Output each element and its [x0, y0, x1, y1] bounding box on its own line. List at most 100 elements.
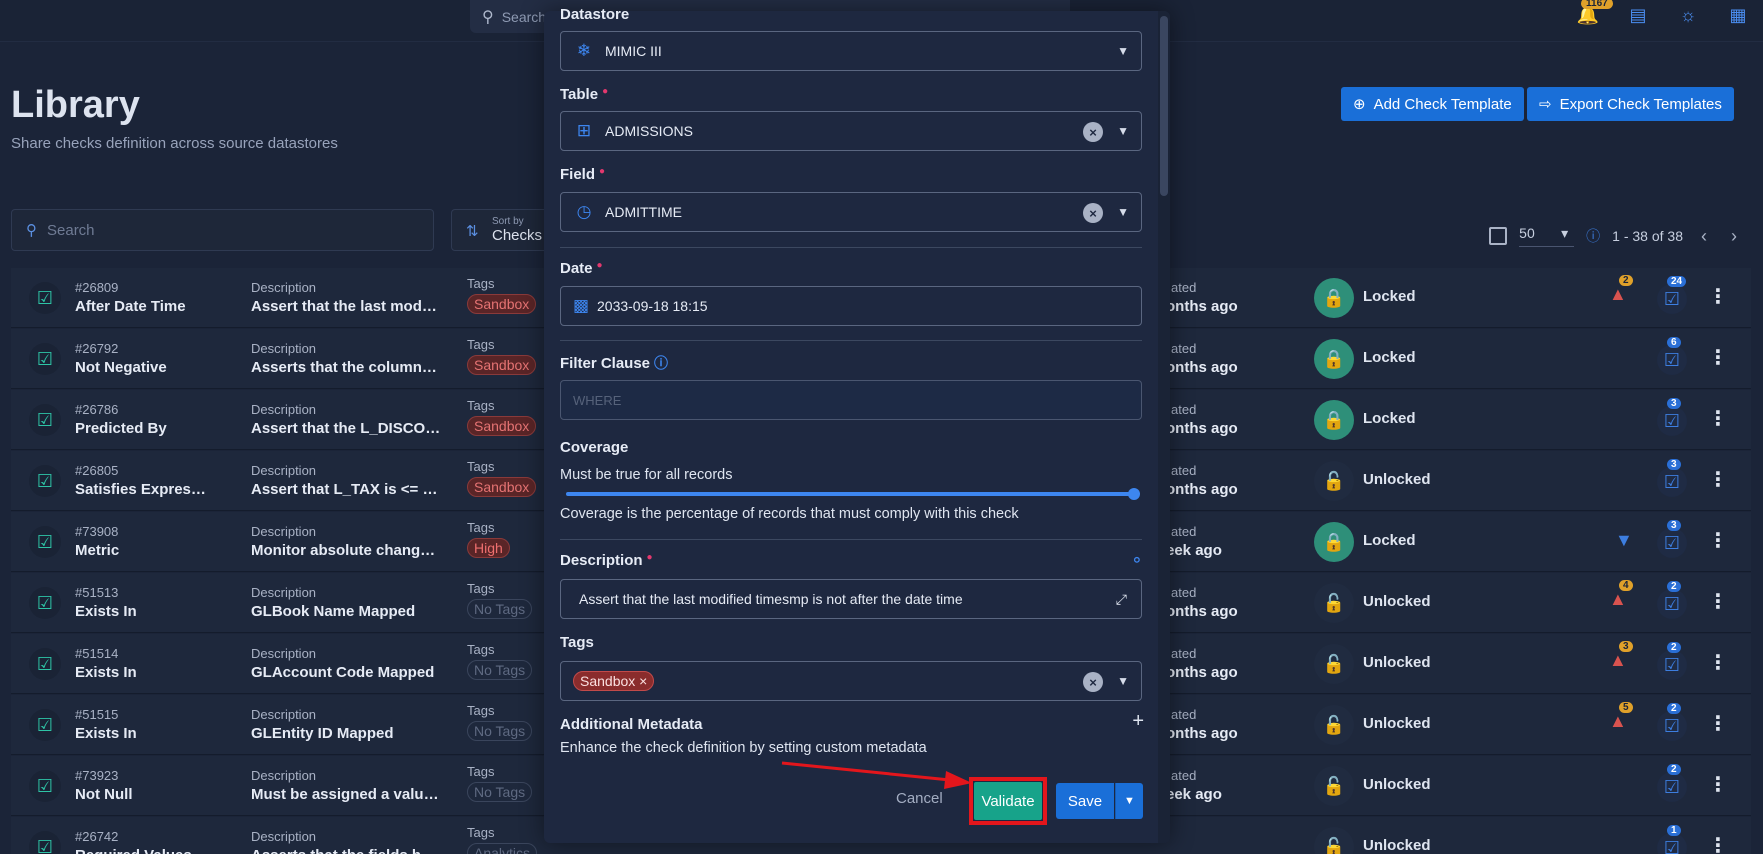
unlock-icon[interactable]: 🔓 [1314, 827, 1354, 854]
check-clipboard-icon: ☑ [29, 404, 61, 436]
updated-value: onths ago [1166, 603, 1238, 620]
lock-icon[interactable]: 🔒 [1314, 278, 1354, 318]
tag-badge[interactable]: Analytics [467, 843, 538, 854]
date-input[interactable]: ▩ 2033-09-18 18:15 [560, 286, 1142, 326]
tag-badge[interactable]: No Tags [467, 782, 533, 802]
lock-icon[interactable]: 🔒 [1314, 339, 1354, 379]
more-options-icon[interactable]: ⋮ [1708, 650, 1728, 675]
more-options-icon[interactable]: ⋮ [1708, 467, 1728, 492]
lock-icon[interactable]: 🔒 [1314, 522, 1354, 562]
checks-count-badge: 2 [1667, 581, 1681, 592]
tag-badge[interactable]: Sandbox [467, 294, 537, 314]
select-all-checkbox[interactable] [1489, 227, 1508, 245]
date-value: 2033-09-18 18:15 [597, 298, 708, 314]
more-options-icon[interactable]: ⋮ [1708, 589, 1728, 614]
updated-value: onths ago [1166, 420, 1238, 437]
datastore-select[interactable]: ❄ MIMIC III ▼ [560, 31, 1142, 71]
check-name: After Date Time [75, 298, 186, 315]
tag-badge[interactable]: No Tags [467, 721, 533, 741]
export-icon: ⇨ [1539, 96, 1552, 113]
apps-grid-icon[interactable]: ▦ [1727, 4, 1749, 26]
theme-icon[interactable]: ☼ [1677, 4, 1699, 26]
checks-icon[interactable]: ☑ 2 [1657, 764, 1687, 802]
clear-icon[interactable]: × [1083, 122, 1103, 142]
tag-badge[interactable]: No Tags [467, 660, 533, 680]
unlock-icon[interactable]: 🔓 [1314, 461, 1354, 501]
filter-clause-input[interactable]: WHERE [560, 380, 1142, 420]
checks-icon[interactable]: ☑ 3 [1657, 459, 1687, 497]
more-options-icon[interactable]: ⋮ [1708, 284, 1728, 309]
bell-icon[interactable]: 🔔 1167 [1577, 0, 1613, 26]
datastore-label: Datastore [560, 6, 630, 23]
description-input[interactable]: Assert that the last modified timesmp is… [560, 579, 1142, 619]
checks-icon[interactable]: ☑ 1 [1657, 825, 1687, 854]
unlock-icon[interactable]: 🔓 [1314, 644, 1354, 684]
add-circle-icon: ⊕ [1353, 96, 1366, 113]
add-check-template-button[interactable]: ⊕ Add Check Template [1341, 87, 1524, 121]
unlock-icon[interactable]: 🔓 [1314, 705, 1354, 745]
lightbulb-icon[interactable]: ⚬ [1130, 551, 1144, 571]
coverage-slider-thumb[interactable] [1128, 488, 1140, 500]
field-select[interactable]: ◷ ADMITTIME × ▼ [560, 192, 1142, 232]
export-check-templates-button[interactable]: ⇨ Export Check Templates [1527, 87, 1734, 121]
tags-select[interactable]: Sandbox × × ▼ [560, 661, 1142, 701]
tag-badge[interactable]: Sandbox [467, 477, 537, 497]
more-options-icon[interactable]: ⋮ [1708, 406, 1728, 431]
per-page-select[interactable]: 50 ▾ [1519, 225, 1575, 247]
warning-icon[interactable]: ▲ 4 [1609, 580, 1633, 610]
add-metadata-icon[interactable]: + [1132, 710, 1144, 733]
unlock-icon[interactable]: 🔓 [1314, 766, 1354, 806]
checks-icon[interactable]: ☑ 3 [1657, 398, 1687, 436]
lock-icon[interactable]: 🔒 [1314, 400, 1354, 440]
library-search-input[interactable]: ⚲ Search [11, 209, 434, 251]
more-options-icon[interactable]: ⋮ [1708, 528, 1728, 553]
dialog-scrollbar[interactable] [1158, 11, 1170, 843]
checks-icon[interactable]: ☑ 3 [1657, 520, 1687, 558]
sort-select[interactable]: ⇅ Sort by Checks [451, 209, 551, 251]
remove-tag-icon[interactable]: × [639, 673, 647, 689]
unlock-icon[interactable]: 🔓 [1314, 583, 1354, 623]
lock-status: Unlocked [1363, 837, 1431, 854]
more-options-icon[interactable]: ⋮ [1708, 772, 1728, 797]
tag-badge[interactable]: High [467, 538, 510, 558]
tag-badge[interactable]: No Tags [467, 599, 533, 619]
search-icon: ⚲ [26, 222, 37, 239]
document-icon[interactable]: ▤ [1627, 4, 1649, 26]
table-select[interactable]: ⊞ ADMISSIONS × ▼ [560, 111, 1142, 151]
more-options-icon[interactable]: ⋮ [1708, 345, 1728, 370]
tag-badge[interactable]: Sandbox [467, 355, 537, 375]
warning-icon[interactable]: ▲ 3 [1609, 641, 1633, 671]
help-icon[interactable]: ⓘ [1586, 226, 1600, 246]
filter-icon[interactable]: ▼ [1615, 530, 1633, 551]
warning-icon[interactable]: ▲ 2 [1609, 275, 1633, 305]
checks-icon[interactable]: ☑ 2 [1657, 703, 1687, 741]
check-description: Asserts that the columns ar... [251, 359, 441, 376]
prev-page-icon[interactable]: ‹ [1695, 226, 1713, 247]
more-options-icon[interactable]: ⋮ [1708, 711, 1728, 736]
divider [560, 340, 1142, 341]
checks-icon[interactable]: ☑ 2 [1657, 581, 1687, 619]
info-icon[interactable]: ⓘ [654, 355, 668, 371]
chevron-down-icon: ▼ [1117, 44, 1129, 58]
checks-icon[interactable]: ☑ 6 [1657, 337, 1687, 375]
tag-badge[interactable]: Sandbox [467, 416, 537, 436]
clear-icon[interactable]: × [1083, 672, 1103, 692]
save-options-chevron-icon[interactable]: ▼ [1115, 783, 1143, 819]
check-description: Must be assigned a value for... [251, 786, 441, 803]
validate-button[interactable]: Validate [974, 782, 1042, 820]
checks-icon[interactable]: ☑ 2 [1657, 642, 1687, 680]
tag-chip[interactable]: Sandbox × [573, 671, 655, 691]
coverage-slider[interactable] [566, 492, 1134, 496]
save-button[interactable]: Save [1056, 783, 1114, 819]
expand-icon[interactable]: ⤢ [1116, 591, 1127, 608]
scrollbar-thumb[interactable] [1160, 16, 1168, 196]
clear-icon[interactable]: × [1083, 203, 1103, 223]
divider [560, 539, 1142, 540]
table-value: ADMISSIONS [605, 123, 693, 139]
next-page-icon[interactable]: › [1725, 226, 1743, 247]
updated-header: ated [1171, 585, 1197, 600]
check-name: Not Null [75, 786, 133, 803]
more-options-icon[interactable]: ⋮ [1708, 833, 1728, 854]
checks-icon[interactable]: ☑ 24 [1657, 276, 1687, 314]
warning-icon[interactable]: ▲ 5 [1609, 702, 1633, 732]
